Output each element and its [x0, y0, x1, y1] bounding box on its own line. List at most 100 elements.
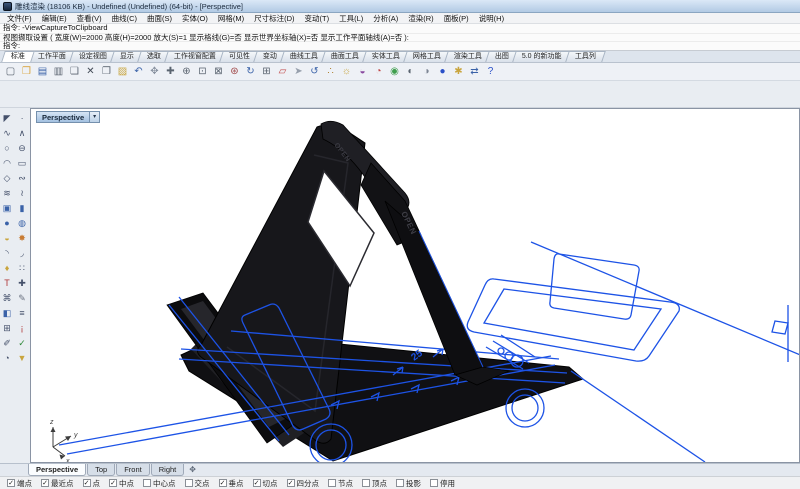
- select-icon[interactable]: ➤: [291, 64, 306, 79]
- menu-item-11[interactable]: 分析(A): [368, 13, 403, 24]
- undo-icon[interactable]: ↶: [131, 64, 146, 79]
- menu-item-7[interactable]: 网格(M): [213, 13, 249, 24]
- shaded-view-icon[interactable]: ◐: [403, 64, 418, 79]
- control-curve-icon[interactable]: ∿: [0, 126, 14, 140]
- move-icon[interactable]: ✚: [163, 64, 178, 79]
- help-icon[interactable]: ?: [483, 64, 498, 79]
- menu-item-13[interactable]: 面板(P): [439, 13, 474, 24]
- toolbar-tab-6[interactable]: 工作视窗配置: [164, 51, 226, 62]
- viewport-tab-perspective[interactable]: Perspective: [28, 464, 86, 476]
- rectangle-icon[interactable]: ▭: [15, 156, 29, 170]
- circle-icon[interactable]: ○: [0, 141, 14, 155]
- polygon-icon[interactable]: ◇: [0, 171, 14, 185]
- boolean-union-icon[interactable]: ◒: [0, 231, 14, 245]
- menu-item-14[interactable]: 说明(H): [474, 13, 509, 24]
- extrude-icon[interactable]: ◧: [0, 306, 14, 320]
- toolbar-tab-1[interactable]: 标准: [1, 51, 35, 62]
- rendered-view-icon[interactable]: ●: [435, 64, 450, 79]
- osnap-checkbox[interactable]: ✓: [287, 479, 295, 487]
- polyline-icon[interactable]: ∧: [15, 126, 29, 140]
- color-wheel-icon[interactable]: ◉: [387, 64, 402, 79]
- hatch-icon[interactable]: ≡: [15, 306, 29, 320]
- osnap-checkbox[interactable]: ✓: [83, 479, 91, 487]
- pipe-icon[interactable]: ◍: [15, 216, 29, 230]
- osnap-checkbox[interactable]: [430, 479, 438, 487]
- osnap-toggle-13[interactable]: 停用: [430, 478, 455, 489]
- cylinder-icon[interactable]: ▮: [15, 201, 29, 215]
- copy-icon[interactable]: ❐: [99, 64, 114, 79]
- arc-icon[interactable]: ◠: [0, 156, 14, 170]
- box-icon[interactable]: ▣: [0, 201, 14, 215]
- osnap-checkbox[interactable]: ✓: [7, 479, 15, 487]
- viewport-tab-front[interactable]: Front: [116, 464, 150, 476]
- osnap-toggle-3[interactable]: ✓点: [83, 478, 101, 489]
- pen-icon[interactable]: ✎: [15, 291, 29, 305]
- menu-item-10[interactable]: 工具(L): [334, 13, 368, 24]
- osnap-toggle-12[interactable]: 投影: [396, 478, 421, 489]
- osnap-checkbox[interactable]: ✓: [219, 479, 227, 487]
- osnap-toggle-8[interactable]: ✓切点: [253, 478, 278, 489]
- zoom-selected-icon[interactable]: ⊛: [227, 64, 242, 79]
- new-viewport-button[interactable]: ✥: [185, 464, 200, 476]
- paste-icon[interactable]: ▨: [115, 64, 130, 79]
- rotate-tool-icon[interactable]: ◔: [0, 351, 14, 365]
- zoom-extents-icon[interactable]: ⊠: [211, 64, 226, 79]
- fillet-icon[interactable]: ◝: [0, 246, 14, 260]
- point-icon[interactable]: ∙: [15, 111, 29, 125]
- check-icon[interactable]: ✓: [15, 336, 29, 350]
- osnap-toggle-11[interactable]: 顶点: [362, 478, 387, 489]
- workplane-icon[interactable]: ▱: [275, 64, 290, 79]
- osnap-checkbox[interactable]: ✓: [109, 479, 117, 487]
- menu-item-9[interactable]: 变动(T): [300, 13, 335, 24]
- zoom-in-icon[interactable]: ⊕: [179, 64, 194, 79]
- osnap-toggle-7[interactable]: ✓垂点: [219, 478, 244, 489]
- mesh-icon[interactable]: ⊞: [0, 321, 14, 335]
- funnel-icon[interactable]: ▼: [15, 351, 29, 365]
- osnap-checkbox[interactable]: [143, 479, 151, 487]
- new-document-icon[interactable]: ▢: [3, 64, 18, 79]
- menu-item-12[interactable]: 渲染(R): [403, 13, 438, 24]
- menu-item-6[interactable]: 实体(O): [177, 13, 213, 24]
- edit-points-icon[interactable]: ✐: [0, 336, 14, 350]
- drop-icon[interactable]: ♦: [0, 261, 14, 275]
- group-icon[interactable]: ⌘: [0, 291, 14, 305]
- open-file-icon[interactable]: ❒: [19, 64, 34, 79]
- osnap-toggle-9[interactable]: ✓四分点: [287, 478, 320, 489]
- menu-item-2[interactable]: 编辑(E): [37, 13, 72, 24]
- osnap-toggle-2[interactable]: ✓最近点: [41, 478, 74, 489]
- grid-icon[interactable]: ⊞: [259, 64, 274, 79]
- chamfer-icon[interactable]: ◞: [15, 246, 29, 260]
- menu-item-5[interactable]: 曲面(S): [142, 13, 177, 24]
- osnap-toggle-1[interactable]: ✓端点: [7, 478, 32, 489]
- export-icon[interactable]: ❏: [67, 64, 82, 79]
- move-tool-icon[interactable]: ✚: [15, 276, 29, 290]
- sweep-icon[interactable]: ≀: [15, 186, 29, 200]
- osnap-toggle-5[interactable]: 中心点: [143, 478, 176, 489]
- viewport-canvas[interactable]: 25 48 OPEN OPEN z y x: [31, 109, 799, 462]
- toolbar-tab-15[interactable]: 5.0 的新功能: [512, 51, 571, 62]
- viewport-title-dropdown chevron-down-icon[interactable]: ▾: [90, 111, 100, 123]
- ellipse-icon[interactable]: ⊖: [15, 141, 29, 155]
- osnap-checkbox[interactable]: [362, 479, 370, 487]
- menu-item-8[interactable]: 尺寸标注(D): [249, 13, 299, 24]
- freeform-icon[interactable]: ∾: [15, 171, 29, 185]
- command-area[interactable]: 指令: -ViewCaptureToClipboard 视图撷取设置 ( 宽度(…: [0, 24, 800, 51]
- menu-item-4[interactable]: 曲线(C): [107, 13, 142, 24]
- perspective-viewport[interactable]: Perspective ▾: [30, 108, 800, 463]
- osnap-toggle-4[interactable]: ✓中点: [109, 478, 134, 489]
- lamp-icon[interactable]: ¡: [15, 321, 29, 335]
- menu-item-1[interactable]: 文件(F): [2, 13, 37, 24]
- osnap-checkbox[interactable]: ✓: [41, 479, 49, 487]
- osnap-checkbox[interactable]: ✓: [253, 479, 261, 487]
- orbit-icon[interactable]: ↺: [307, 64, 322, 79]
- osnap-toggle-10[interactable]: 节点: [328, 478, 353, 489]
- osnap-checkbox[interactable]: [396, 479, 404, 487]
- explode-icon[interactable]: ✸: [15, 231, 29, 245]
- command-prompt[interactable]: 指令:: [0, 41, 800, 50]
- menu-item-3[interactable]: 查看(V): [72, 13, 107, 24]
- loft-icon[interactable]: ≋: [0, 186, 14, 200]
- ghosted-view-icon[interactable]: ◑: [419, 64, 434, 79]
- select-arrow-icon[interactable]: ◤: [0, 111, 14, 125]
- rotate-view-icon[interactable]: ↻: [243, 64, 258, 79]
- print-icon[interactable]: ▥: [51, 64, 66, 79]
